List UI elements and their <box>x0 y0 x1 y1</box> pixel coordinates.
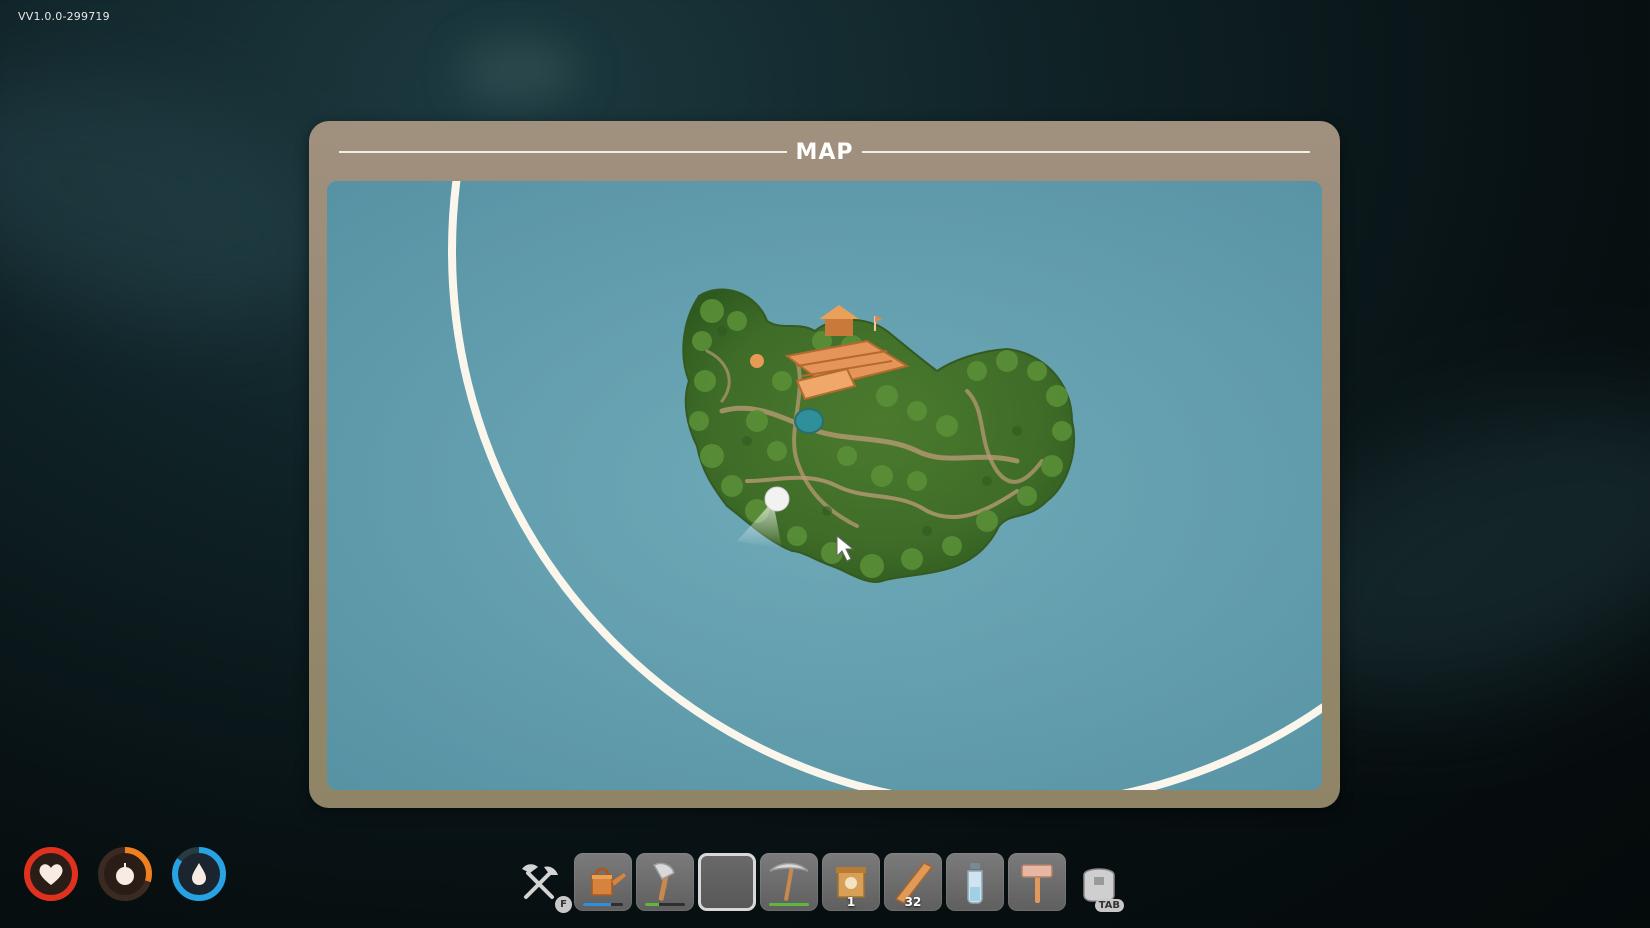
map-canvas[interactable] <box>327 181 1322 790</box>
key-hint-f: F <box>555 896 572 913</box>
map-title: MAP <box>795 139 854 165</box>
durability-bar <box>769 903 809 906</box>
inventory-button[interactable]: TAB <box>1070 853 1128 912</box>
key-hint-tab: TAB <box>1094 899 1124 912</box>
map-header: MAP <box>339 135 1311 169</box>
tools-button[interactable]: F <box>512 853 572 913</box>
hotbar-slot-1[interactable] <box>574 853 632 911</box>
map-panel: MAP <box>309 121 1340 808</box>
item-count: 32 <box>904 895 922 909</box>
thirst-ring <box>170 845 228 903</box>
hotbar: F 1 32 TAB <box>512 852 1128 913</box>
hotbar-slot-8[interactable] <box>1008 853 1066 911</box>
item-count: 1 <box>846 895 856 909</box>
header-divider <box>861 151 1311 153</box>
hotbar-slot-5[interactable]: 1 <box>822 853 880 911</box>
hotbar-slot-7[interactable] <box>946 853 1004 911</box>
header-divider <box>339 151 788 153</box>
background-blur <box>460 40 580 100</box>
hotbar-slot-6[interactable]: 32 <box>884 853 942 911</box>
hammer-icon <box>1021 864 1053 903</box>
hotbar-slot-2[interactable] <box>636 853 694 911</box>
map-view[interactable] <box>327 181 1322 790</box>
version-label: VV1.0.0-299719 <box>18 10 110 23</box>
hotbar-slot-3[interactable] <box>698 853 756 911</box>
hunger-ring <box>96 845 154 903</box>
durability-bar <box>583 903 623 906</box>
durability-bar <box>645 903 685 906</box>
hotbar-slot-4[interactable] <box>760 853 818 911</box>
health-ring <box>22 845 80 903</box>
bottle-icon <box>967 863 983 904</box>
